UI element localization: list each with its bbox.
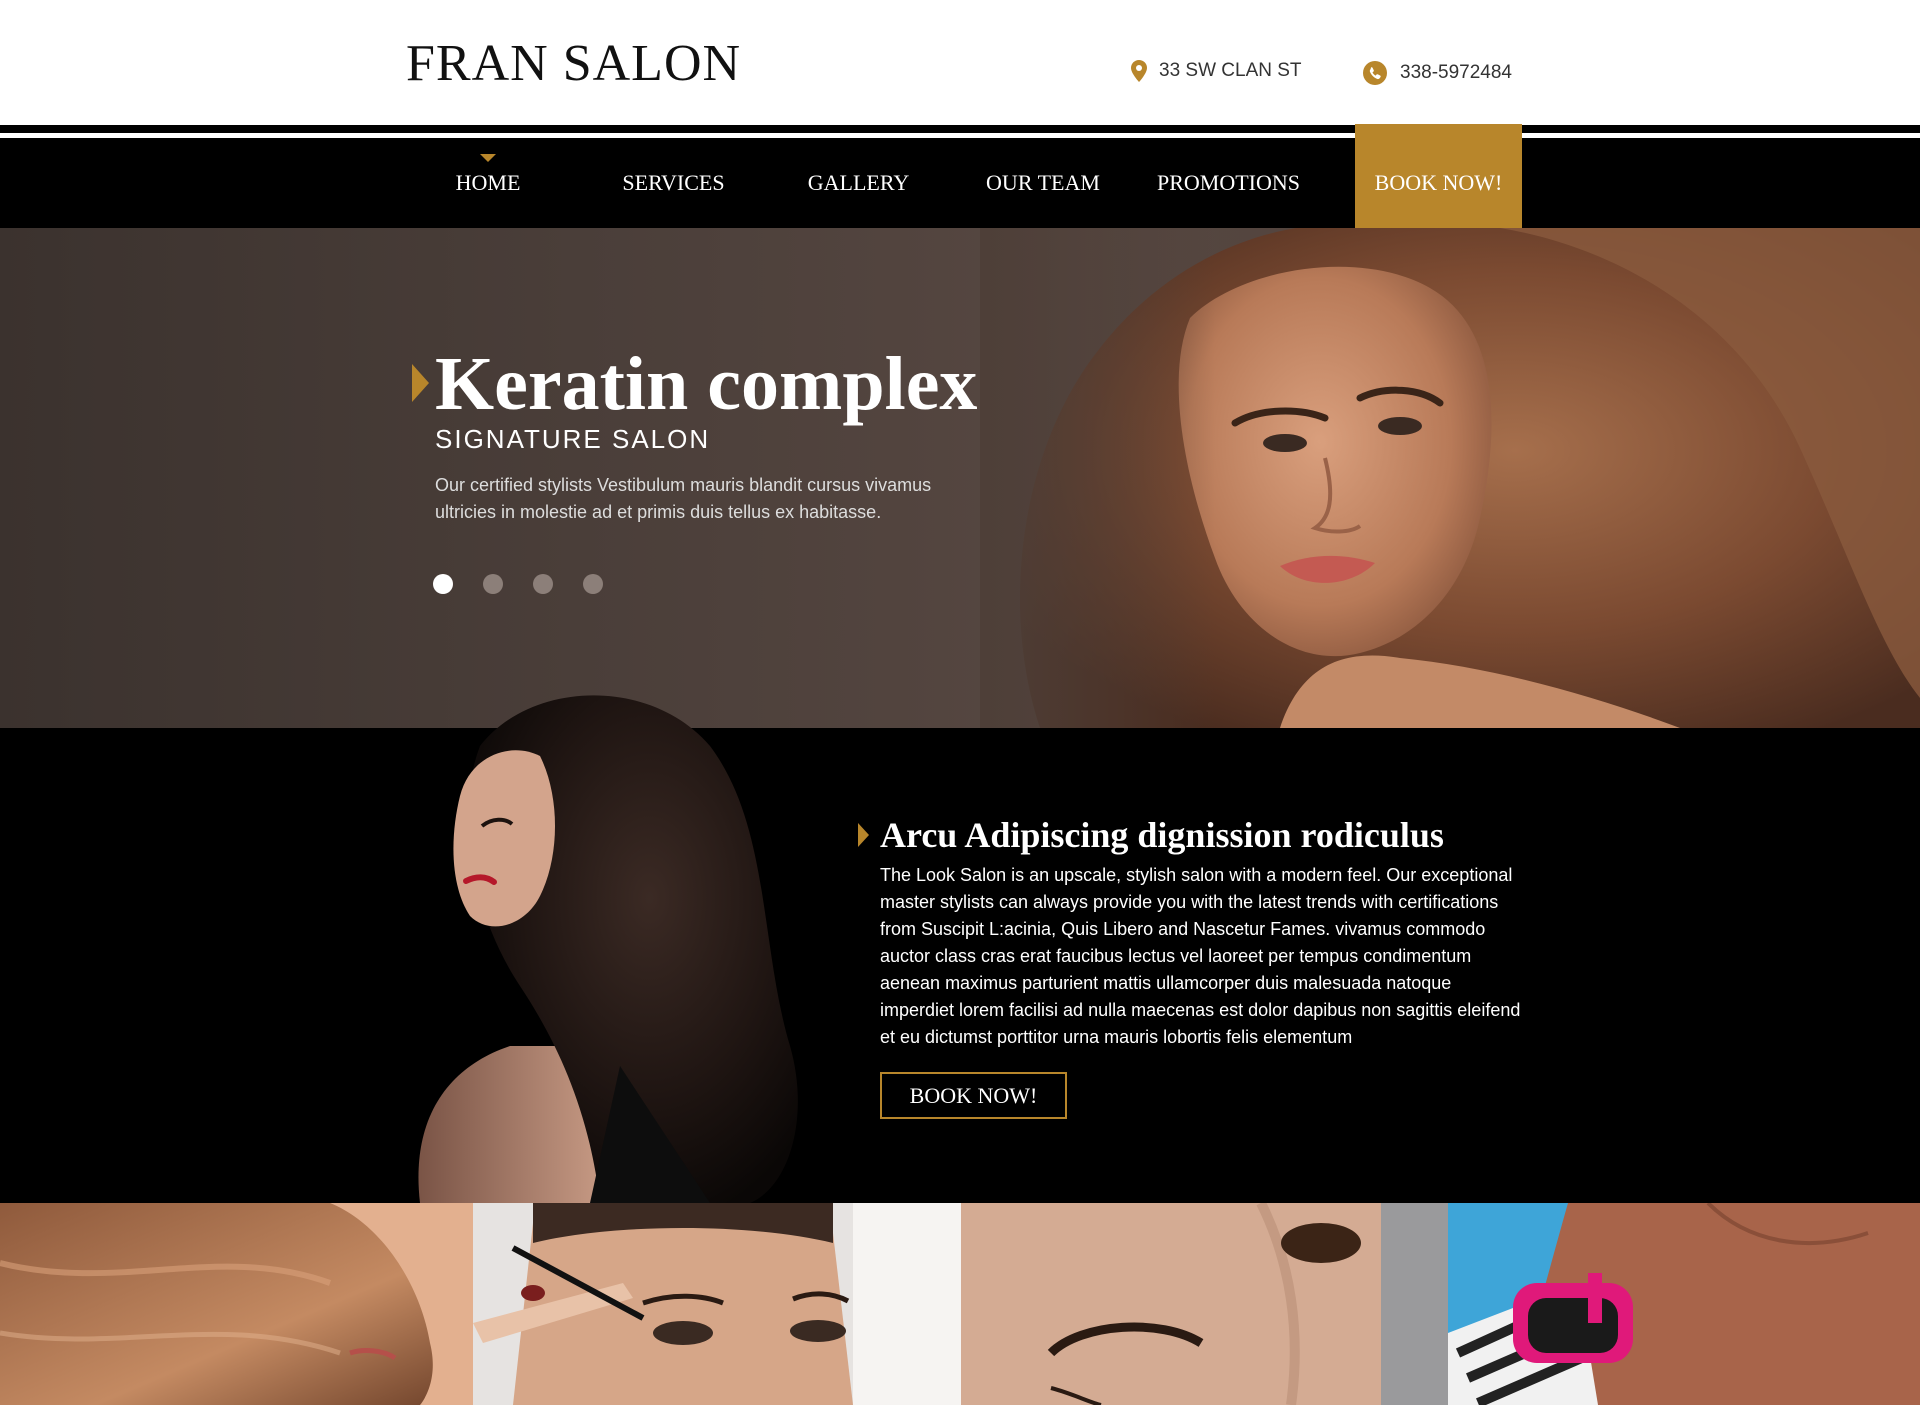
about-portrait-image <box>418 695 798 1203</box>
address-contact: 33 SW CLAN ST <box>1131 60 1302 82</box>
hero-portrait-image <box>980 228 1920 728</box>
hero-description: Our certified stylists Vestibulum mauris… <box>435 475 932 522</box>
hero-slider: Keratin complex SIGNATURE SALON Our cert… <box>0 228 1920 728</box>
nav-item-services[interactable]: SERVICES <box>606 138 741 228</box>
book-now-button[interactable]: BOOK NOW! <box>880 1072 1067 1119</box>
map-pin-icon <box>1131 60 1147 82</box>
nav-item-label: PROMOTIONS <box>1156 170 1301 195</box>
nav-item-home[interactable]: HOME <box>426 138 550 228</box>
hero-subtitle: SIGNATURE SALON <box>435 424 711 454</box>
book-now-nav-button[interactable]: BOOK NOW! <box>1355 124 1522 228</box>
phone-contact[interactable]: 338-5972484 <box>1362 60 1512 86</box>
gallery-tile-makeup[interactable] <box>473 1203 961 1405</box>
slider-pagination <box>433 574 603 594</box>
gallery-strip <box>0 1203 1920 1405</box>
slider-dot-3[interactable] <box>533 574 553 594</box>
slider-dot-1[interactable] <box>433 574 453 594</box>
header-divider <box>0 125 1920 133</box>
slider-dot-4[interactable] <box>583 574 603 594</box>
nav-item-our-team[interactable]: OUR TEAM <box>975 138 1111 228</box>
about-title: Arcu Adipiscing dignission rodiculus <box>880 815 1444 855</box>
phone-icon <box>1362 60 1388 86</box>
nav-item-promotions[interactable]: PROMOTIONS <box>1152 138 1305 228</box>
slider-dot-2[interactable] <box>483 574 503 594</box>
main-nav: HOME SERVICES GALLERY OUR TEAM PROMOTION… <box>0 138 1920 228</box>
active-caret-icon <box>480 154 496 162</box>
hero-title-marker-icon <box>412 364 429 402</box>
about-section: Arcu Adipiscing dignission rodiculus The… <box>0 695 1920 1203</box>
address-text: 33 SW CLAN ST <box>1159 60 1302 81</box>
hero-title: Keratin complex <box>435 342 978 426</box>
nav-item-label: OUR TEAM <box>986 170 1100 195</box>
about-description: The Look Salon is an upscale, stylish sa… <box>880 865 1521 1047</box>
nav-item-label: HOME <box>455 170 521 195</box>
site-logo[interactable]: FRAN SALON <box>406 38 741 90</box>
gallery-tile-hair[interactable] <box>0 1203 473 1405</box>
nav-item-label: GALLERY <box>807 170 910 195</box>
about-title-marker-icon <box>858 823 869 847</box>
gallery-tile-beach[interactable] <box>1448 1203 1920 1405</box>
phone-text: 338-5972484 <box>1400 62 1512 83</box>
site-header: FRAN SALON 33 SW CLAN ST 338-5972484 <box>0 0 1920 125</box>
gallery-tile-eyes[interactable] <box>961 1203 1448 1405</box>
nav-item-gallery[interactable]: GALLERY <box>791 138 926 228</box>
nav-item-label: SERVICES <box>622 170 725 195</box>
